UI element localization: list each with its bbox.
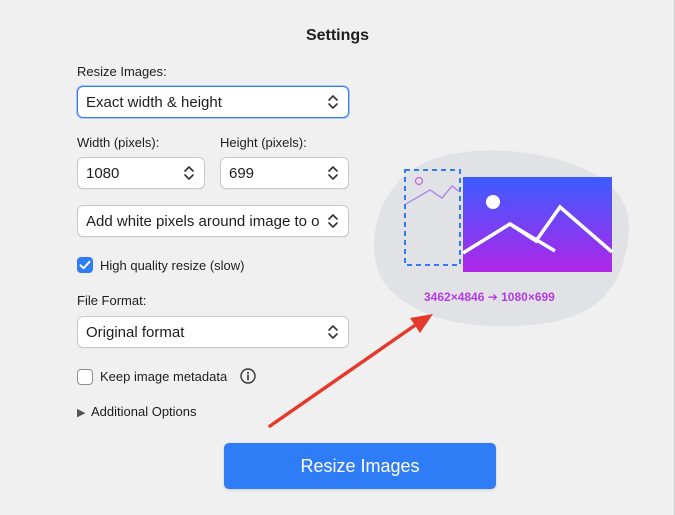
annotation-arrow [268, 314, 433, 428]
resize-images-button[interactable]: Resize Images [224, 443, 496, 489]
